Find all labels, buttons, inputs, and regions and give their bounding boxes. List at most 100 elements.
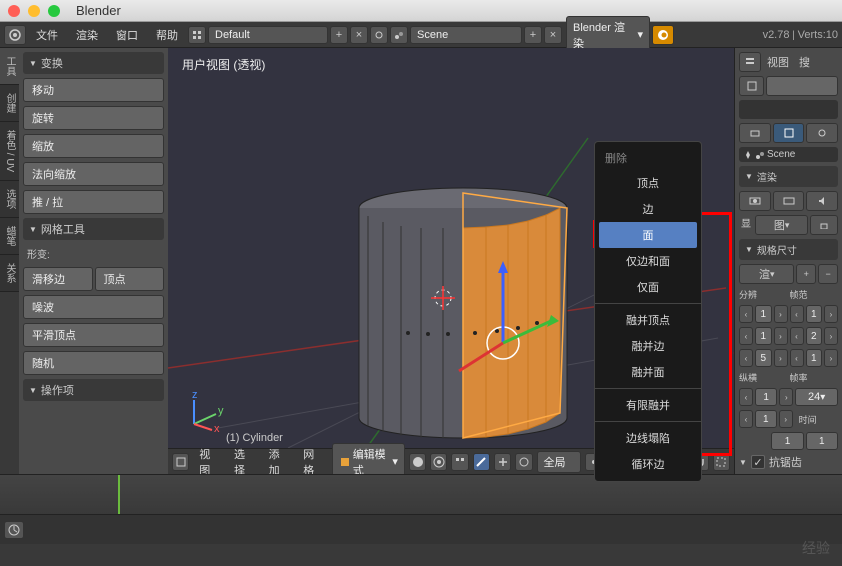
- tab-options[interactable]: 选项: [0, 181, 19, 218]
- scene-browse-icon[interactable]: [370, 26, 388, 44]
- res-x-input[interactable]: 1: [755, 305, 772, 323]
- view-label[interactable]: 视图: [763, 54, 793, 70]
- timeline-cursor[interactable]: [118, 475, 120, 514]
- limited-dissolve[interactable]: 有限融并: [595, 392, 701, 418]
- tab-grease[interactable]: 蜡笔: [0, 218, 19, 255]
- scale-button[interactable]: 缩放: [23, 134, 164, 158]
- randomize-button[interactable]: 随机: [23, 351, 164, 375]
- spinner-dec[interactable]: ‹: [739, 327, 753, 345]
- delete-only-faces[interactable]: 仅面: [595, 274, 701, 300]
- viewport-menu-select[interactable]: 选择: [228, 446, 259, 475]
- outliner-editor-icon[interactable]: [739, 52, 761, 72]
- render-still-button[interactable]: [739, 191, 771, 211]
- menu-window[interactable]: 窗口: [108, 27, 146, 43]
- minimize-window-button[interactable]: [28, 5, 40, 17]
- outliner-area[interactable]: [739, 100, 838, 119]
- pivot-icon[interactable]: [430, 453, 447, 471]
- layout-browse-icon[interactable]: [188, 26, 206, 44]
- menu-render[interactable]: 渲染: [68, 27, 106, 43]
- aspect-y-input[interactable]: 1: [755, 410, 777, 428]
- edge-loops[interactable]: 循环边: [595, 451, 701, 477]
- edge-collapse[interactable]: 边线塌陷: [595, 425, 701, 451]
- close-window-button[interactable]: [8, 5, 20, 17]
- shading-mode-icon[interactable]: [409, 453, 426, 471]
- preset-add-button[interactable]: +: [796, 264, 816, 284]
- lock-interface-icon[interactable]: [810, 215, 838, 235]
- dimensions-header[interactable]: 规格尺寸: [739, 239, 838, 260]
- mesh-tools-header[interactable]: 网格工具: [23, 218, 164, 240]
- spinner-inc[interactable]: ›: [779, 388, 793, 406]
- viewport-menu-add[interactable]: 添加: [263, 446, 294, 475]
- scene-add-button[interactable]: +: [524, 26, 542, 44]
- scene-remove-button[interactable]: ×: [544, 26, 562, 44]
- prop-render-layers-icon[interactable]: [773, 123, 805, 143]
- frame-start-input[interactable]: 1: [806, 305, 823, 323]
- viewport-menu-view[interactable]: 视图: [193, 446, 224, 475]
- noise-button[interactable]: 噪波: [23, 295, 164, 319]
- manipulator-translate-icon[interactable]: [494, 453, 511, 471]
- smooth-vertex-button[interactable]: 平滑顶点: [23, 323, 164, 347]
- layout-dropdown[interactable]: Default: [208, 26, 328, 44]
- res-y-input[interactable]: 1: [755, 327, 772, 345]
- antialiasing-row[interactable]: ▼ ✓ 抗锯齿: [739, 454, 838, 470]
- scene-dropdown[interactable]: Scene: [410, 26, 522, 44]
- tab-shading[interactable]: 着色 / UV: [0, 122, 19, 181]
- manipulator-rotate-icon[interactable]: [515, 453, 532, 471]
- viewport-menu-mesh[interactable]: 网格: [297, 446, 328, 475]
- outliner-scroll[interactable]: [766, 76, 838, 96]
- time-old-input[interactable]: 1: [771, 432, 803, 450]
- timeline-editor-icon[interactable]: [4, 521, 24, 539]
- spinner-inc[interactable]: ›: [824, 349, 838, 367]
- time-new-input[interactable]: 1: [806, 432, 838, 450]
- spinner-inc[interactable]: ›: [824, 327, 838, 345]
- render-preset-dropdown[interactable]: 渲 ▾: [739, 264, 794, 284]
- delete-only-edges-faces[interactable]: 仅边和面: [595, 248, 701, 274]
- spinner-dec[interactable]: ‹: [739, 349, 753, 367]
- spinner-inc[interactable]: ›: [824, 305, 838, 323]
- tab-tools[interactable]: 工具: [0, 48, 19, 85]
- render-anim-button[interactable]: [773, 191, 805, 211]
- frame-step-input[interactable]: 1: [806, 349, 823, 367]
- aa-checkbox[interactable]: ✓: [751, 455, 765, 469]
- pin-icon[interactable]: [743, 150, 753, 160]
- fps-dropdown[interactable]: 24 ▾: [795, 388, 838, 406]
- spinner-dec[interactable]: ‹: [790, 327, 804, 345]
- prop-render-icon[interactable]: [739, 123, 771, 143]
- transform-header[interactable]: 变换: [23, 52, 164, 74]
- spinner-inc[interactable]: ›: [774, 349, 788, 367]
- operator-header[interactable]: 操作项: [23, 379, 164, 401]
- editor-type-icon[interactable]: [4, 25, 26, 45]
- layers-icon[interactable]: [451, 453, 468, 471]
- outliner-filter-icon[interactable]: [739, 76, 764, 96]
- mode-dropdown[interactable]: 编辑模式 ▾: [332, 443, 405, 475]
- dissolve-edges[interactable]: 融并边: [595, 333, 701, 359]
- push-pull-button[interactable]: 推 / 拉: [23, 190, 164, 214]
- tab-create[interactable]: 创建: [0, 85, 19, 122]
- delete-edges[interactable]: 边: [595, 196, 701, 222]
- render-section-header[interactable]: 渲染: [739, 166, 838, 187]
- aspect-x-input[interactable]: 1: [755, 388, 777, 406]
- spinner-inc[interactable]: ›: [774, 305, 788, 323]
- editor-type-3dview-icon[interactable]: [172, 453, 189, 471]
- spinner-inc[interactable]: ›: [779, 410, 793, 428]
- preset-remove-button[interactable]: −: [818, 264, 838, 284]
- res-pct-input[interactable]: 5: [755, 349, 772, 367]
- translate-button[interactable]: 移动: [23, 78, 164, 102]
- tab-relations[interactable]: 关系: [0, 255, 19, 292]
- orientation-dropdown[interactable]: 全局: [537, 451, 582, 473]
- delete-vertices[interactable]: 顶点: [595, 170, 701, 196]
- edge-slide-button[interactable]: 滑移边: [23, 267, 93, 291]
- normal-scale-button[interactable]: 法向缩放: [23, 162, 164, 186]
- rotate-button[interactable]: 旋转: [23, 106, 164, 130]
- render-audio-button[interactable]: [806, 191, 838, 211]
- menu-help[interactable]: 帮助: [148, 27, 186, 43]
- frame-end-input[interactable]: 2: [806, 327, 823, 345]
- spinner-dec[interactable]: ‹: [739, 388, 753, 406]
- manipulator-toggle-icon[interactable]: [473, 453, 490, 471]
- spinner-dec[interactable]: ‹: [739, 410, 753, 428]
- display-mode-dropdown[interactable]: 图 ▾: [755, 215, 808, 235]
- spinner-dec[interactable]: ‹: [739, 305, 753, 323]
- layout-add-button[interactable]: +: [330, 26, 348, 44]
- menu-file[interactable]: 文件: [28, 27, 66, 43]
- vertex-button[interactable]: 顶点: [95, 267, 165, 291]
